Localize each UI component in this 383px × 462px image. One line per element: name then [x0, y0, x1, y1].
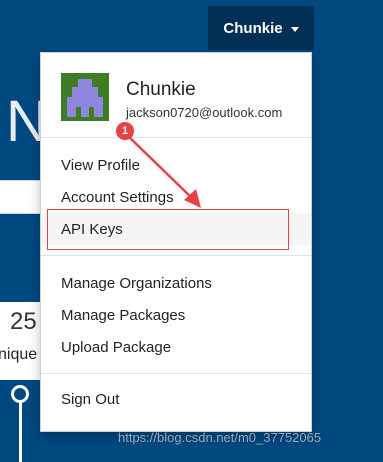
stat-number: 25	[10, 308, 37, 335]
avatar[interactable]	[61, 73, 109, 121]
divider	[41, 373, 311, 374]
watermark: https://blog.csdn.net/m0_37752065	[118, 430, 322, 445]
timeline-node	[11, 385, 29, 403]
menu-item-manage-organizations[interactable]: Manage Organizations	[41, 267, 311, 299]
user-menu-label: Chunkie	[223, 19, 283, 37]
menu-item-view-profile[interactable]: View Profile	[41, 149, 311, 181]
background-search-input[interactable]	[0, 180, 43, 214]
avatar-identicon	[61, 73, 109, 121]
stat-label: nique	[0, 346, 38, 363]
highlight-box	[47, 209, 289, 250]
divider	[41, 255, 311, 256]
annotation-badge: 1	[116, 122, 134, 140]
profile-email: jackson0720@outlook.com	[126, 105, 283, 120]
chevron-down-icon	[290, 26, 299, 32]
profile-header: Chunkie jackson0720@outlook.com	[41, 53, 311, 135]
stat-card: 25 nique	[0, 302, 44, 380]
user-menu-button[interactable]: Chunkie	[208, 6, 314, 50]
profile-name: Chunkie	[126, 79, 196, 100]
menu-item-sign-out[interactable]: Sign Out	[41, 383, 311, 415]
menu-item-manage-packages[interactable]: Manage Packages	[41, 299, 311, 331]
menu-item-upload-package[interactable]: Upload Package	[41, 331, 311, 363]
divider	[41, 137, 311, 138]
